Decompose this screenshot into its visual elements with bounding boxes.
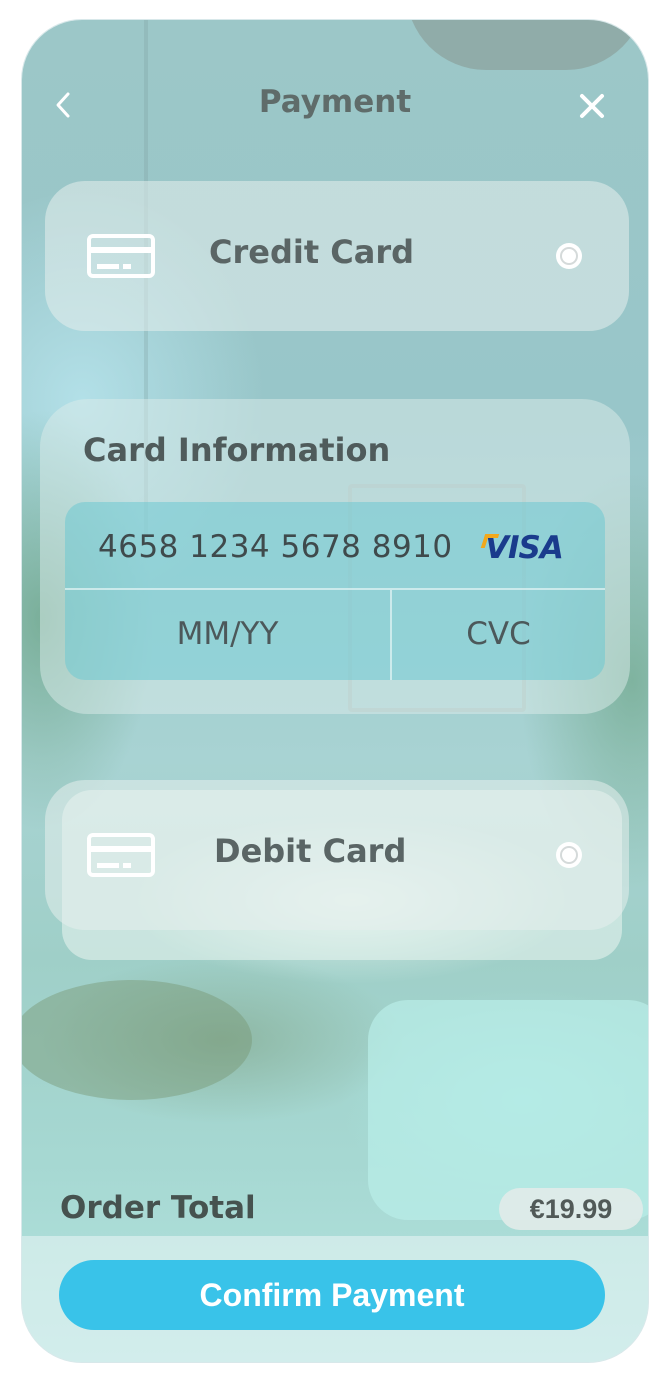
card-fields-group: 4658 1234 5678 8910 VISA MM/YY CVC [65, 502, 605, 680]
debit-card-radio[interactable] [556, 842, 582, 868]
header: Payment [22, 80, 648, 132]
background-pouf [22, 980, 252, 1100]
background-lamp [406, 20, 646, 70]
order-total-label: Order Total [60, 1190, 256, 1226]
visa-logo: VISA [485, 530, 564, 566]
card-information-title: Card Information [83, 431, 391, 469]
close-icon [580, 94, 604, 118]
page-title: Payment [258, 84, 412, 120]
expiry-date-field[interactable]: MM/YY [65, 590, 392, 680]
card-number-field[interactable]: 4658 1234 5678 8910 VISA [65, 502, 605, 590]
card-number-value: 4658 1234 5678 8910 [98, 529, 453, 565]
credit-card-icon [87, 833, 155, 877]
cvc-placeholder: CVC [466, 616, 531, 652]
close-button[interactable] [578, 92, 606, 120]
card-information-panel: Card Information 4658 1234 5678 8910 VIS… [40, 399, 630, 714]
payment-option-label: Credit Card [209, 233, 415, 271]
expiry-placeholder: MM/YY [176, 616, 279, 652]
phone-screen: Payment Credit Card Card Information 465… [22, 20, 648, 1362]
credit-card-icon [87, 234, 155, 278]
confirm-payment-button[interactable]: Confirm Payment [59, 1260, 605, 1330]
payment-option-label: Debit Card [214, 832, 407, 870]
credit-card-radio[interactable] [556, 243, 582, 269]
order-total-amount: €19.99 [499, 1188, 643, 1230]
background-ottoman [368, 1000, 648, 1220]
cvc-field[interactable]: CVC [392, 590, 605, 680]
payment-option-debit-card[interactable]: Debit Card [45, 780, 629, 930]
payment-option-credit-card[interactable]: Credit Card [45, 181, 629, 331]
